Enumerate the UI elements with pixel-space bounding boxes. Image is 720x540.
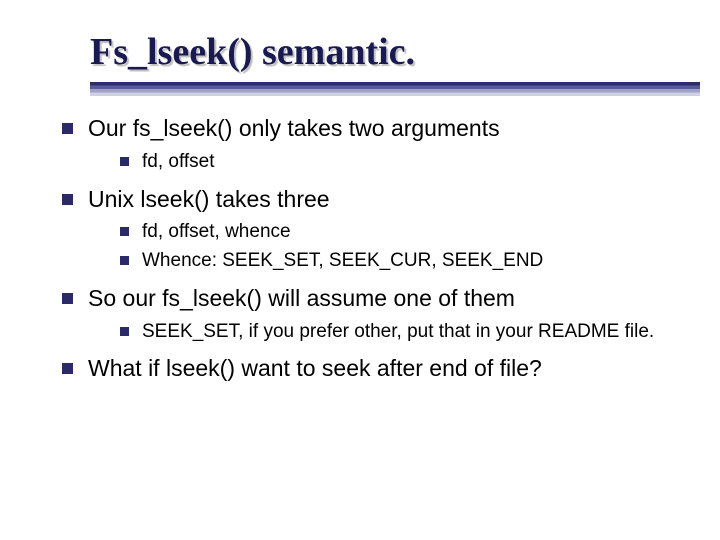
slide: Fs_lseek() semantic. Our fs_lseek() only… bbox=[0, 0, 720, 540]
bullet-list: Our fs_lseek() only takes two arguments … bbox=[40, 114, 680, 384]
list-item-text: fd, offset bbox=[142, 151, 215, 172]
list-item: SEEK_SET, if you prefer other, put that … bbox=[118, 320, 680, 345]
sub-list: SEEK_SET, if you prefer other, put that … bbox=[88, 320, 680, 345]
sub-list: fd, offset bbox=[88, 150, 680, 175]
list-item-text: So our fs_lseek() will assume one of the… bbox=[88, 285, 515, 311]
slide-title: Fs_lseek() semantic. bbox=[90, 30, 680, 74]
list-item: Our fs_lseek() only takes two arguments … bbox=[58, 114, 680, 175]
list-item-text: SEEK_SET, if you prefer other, put that … bbox=[142, 321, 654, 342]
list-item-text: Unix lseek() takes three bbox=[88, 186, 330, 212]
list-item-text: Whence: SEEK_SET, SEEK_CUR, SEEK_END bbox=[142, 250, 543, 271]
title-underline bbox=[90, 82, 700, 96]
list-item: What if lseek() want to seek after end o… bbox=[58, 354, 680, 384]
list-item-text: Our fs_lseek() only takes two arguments bbox=[88, 115, 500, 141]
list-item: So our fs_lseek() will assume one of the… bbox=[58, 284, 680, 345]
list-item: Unix lseek() takes three fd, offset, whe… bbox=[58, 185, 680, 274]
list-item-text: What if lseek() want to seek after end o… bbox=[88, 355, 542, 381]
list-item-text: fd, offset, whence bbox=[142, 221, 291, 242]
sub-list: fd, offset, whence Whence: SEEK_SET, SEE… bbox=[88, 220, 680, 273]
list-item: fd, offset, whence bbox=[118, 220, 680, 245]
list-item: fd, offset bbox=[118, 150, 680, 175]
list-item: Whence: SEEK_SET, SEEK_CUR, SEEK_END bbox=[118, 249, 680, 274]
